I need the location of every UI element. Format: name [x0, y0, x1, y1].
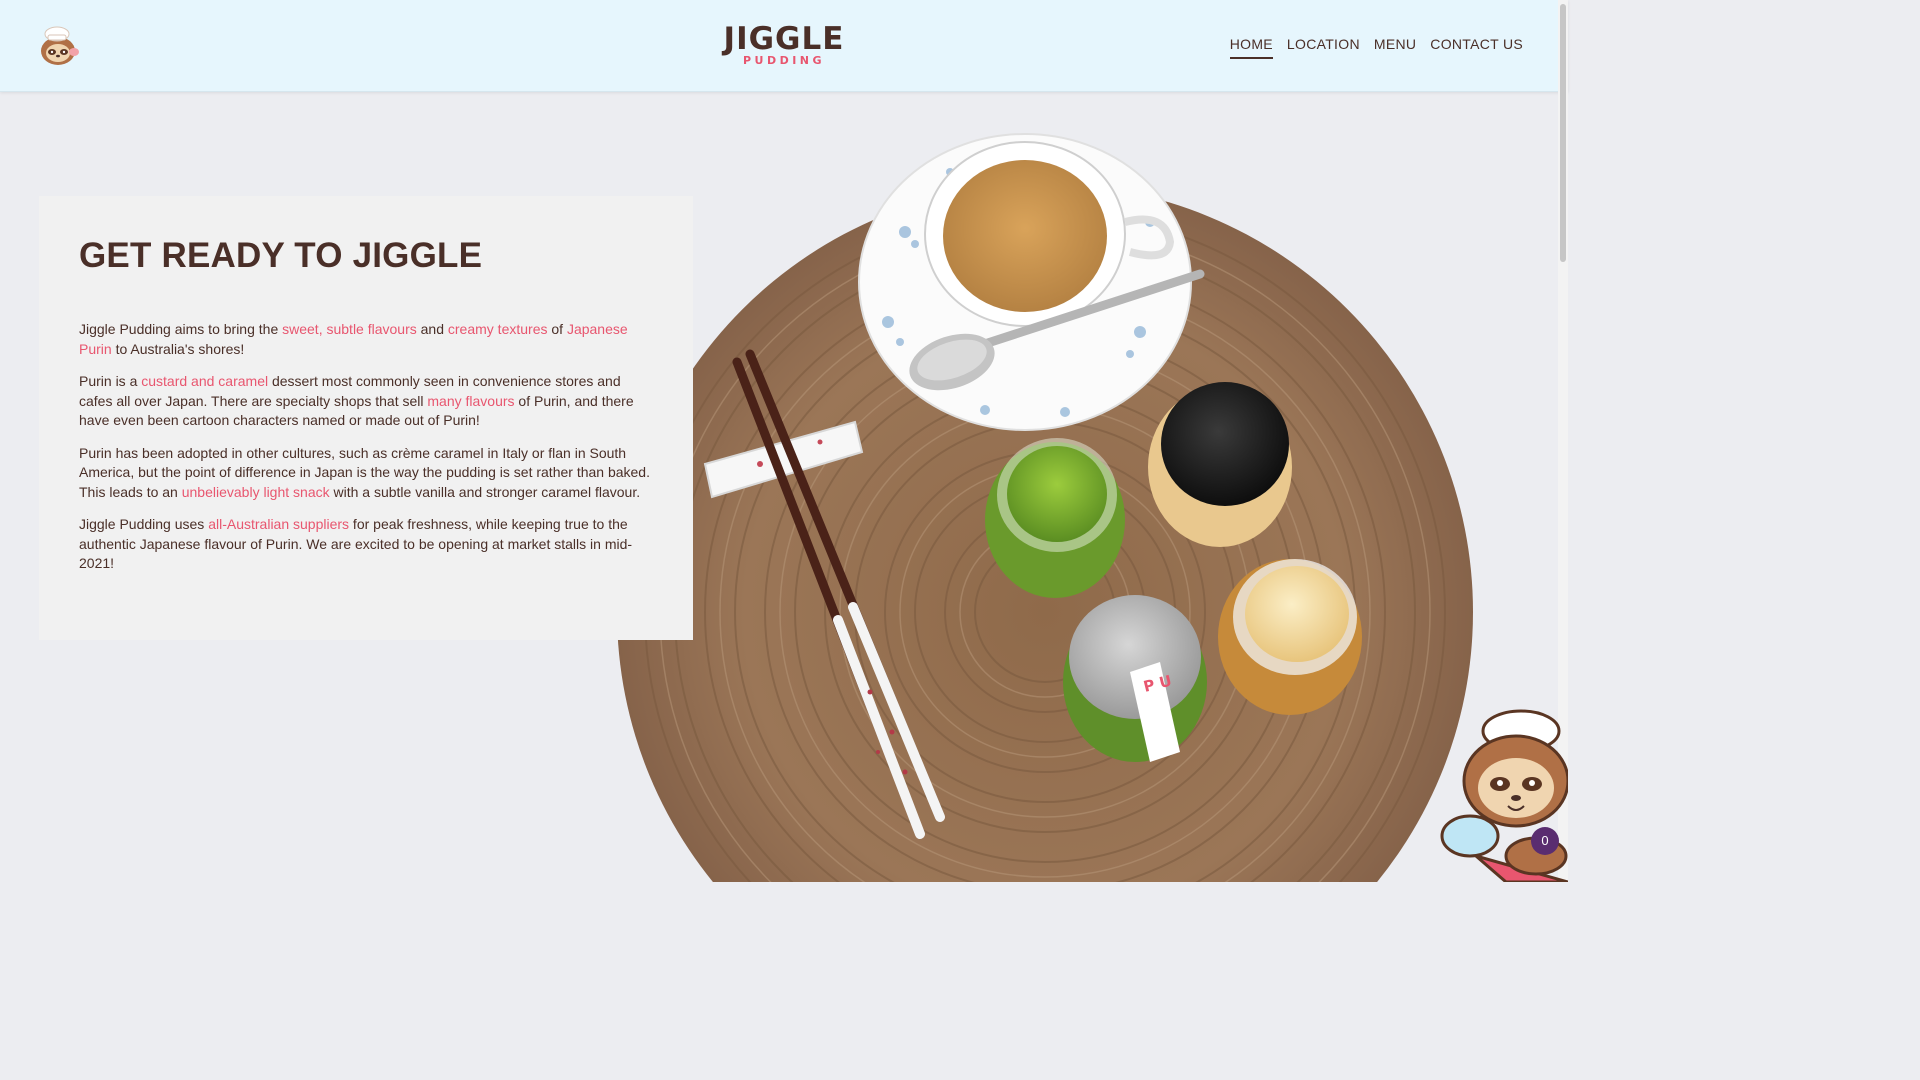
intro-paragraph-4: Jiggle Pudding uses all-Australian suppl… [79, 515, 653, 574]
scrollbar-thumb[interactable] [1560, 4, 1566, 262]
intro-card: GET READY TO JIGGLE Jiggle Pudding aims … [39, 196, 693, 640]
intro-paragraph-2: Purin is a custard and caramel dessert m… [79, 372, 653, 431]
tea-cup-and-saucer [858, 133, 1192, 431]
highlight-text: custard and caramel [141, 373, 269, 389]
brand-logo[interactable]: JIGGLE PUDDING [720, 22, 848, 68]
intro-paragraph-3: Purin has been adopted in other cultures… [79, 444, 653, 503]
nav-menu[interactable]: MENU [1374, 36, 1416, 59]
highlight-text: sweet, subtle flavours [282, 321, 417, 337]
text: Purin is a [79, 373, 142, 389]
custard-pudding-jar [1218, 559, 1362, 715]
text: of [547, 321, 567, 337]
silver-lid-pudding-jar [1063, 595, 1207, 762]
chat-unread-badge[interactable]: 0 [1531, 827, 1559, 855]
text: and [416, 321, 448, 337]
chat-widget-sloth-chef-icon[interactable] [1436, 706, 1570, 884]
nav-contact-us[interactable]: CONTACT US [1430, 36, 1523, 59]
highlight-text: unbelievably light snack [181, 483, 330, 500]
intro-paragraph-1: Jiggle Pudding aims to bring the sweet, … [79, 320, 653, 359]
brand-name: JIGGLE [723, 21, 845, 57]
main-navigation: HOME LOCATION MENU CONTACT US [1229, 36, 1523, 59]
text: to Australia's shores! [111, 340, 245, 357]
text: with a subtle vanilla and stronger caram… [329, 483, 641, 500]
site-header: JIGGLE PUDDING HOME LOCATION MENU CONTAC… [0, 0, 1568, 92]
highlight-text: all-Australian suppliers [208, 516, 350, 532]
text: Jiggle Pudding uses [79, 516, 209, 532]
nav-location[interactable]: LOCATION [1287, 36, 1360, 59]
sloth-chef-logo-icon[interactable] [36, 22, 82, 68]
page-title: GET READY TO JIGGLE [79, 236, 483, 275]
nav-home[interactable]: HOME [1229, 36, 1273, 59]
highlight-text: creamy textures [447, 321, 548, 337]
text: Jiggle Pudding aims to bring the [79, 321, 283, 337]
highlight-text: many flavours [427, 392, 515, 409]
